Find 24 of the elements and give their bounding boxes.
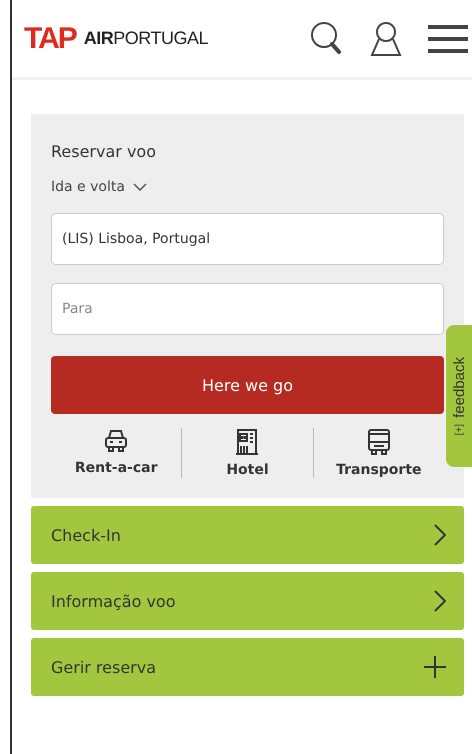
chevron-down-icon	[132, 183, 147, 191]
service-link[interactable]: Transporte	[314, 426, 444, 480]
destination-field[interactable]: Para	[51, 283, 444, 335]
logo-text: AIRPORTUGAL	[84, 28, 208, 49]
logo-mark: TAP	[24, 22, 78, 56]
car-icon	[103, 428, 130, 454]
origin-field[interactable]: (LIS) Lisboa, Portugal	[51, 213, 444, 265]
service-link[interactable]: Rent-a-car	[51, 426, 182, 480]
user-icon[interactable]	[370, 20, 402, 56]
submit-button[interactable]: Here we go	[51, 356, 444, 414]
feedback-tab[interactable]: [+] feedback	[446, 325, 472, 467]
search-icon[interactable]	[310, 20, 344, 56]
menu-icon[interactable]	[428, 24, 468, 54]
menu-row[interactable]: Gerir reserva	[31, 638, 464, 696]
menu-row[interactable]: Informação voo	[31, 572, 464, 630]
chevron-right-icon	[434, 590, 446, 612]
hotel-icon	[234, 428, 260, 456]
bus-icon	[366, 428, 392, 456]
service-link[interactable]: Hotel	[182, 426, 313, 480]
panel-title: Reservar voo	[51, 142, 157, 161]
plus-icon	[424, 656, 446, 678]
trip-type-dropdown[interactable]: Ida e volta	[51, 179, 147, 195]
chevron-right-icon	[434, 524, 446, 546]
menu-row[interactable]: Check-In	[31, 506, 464, 564]
